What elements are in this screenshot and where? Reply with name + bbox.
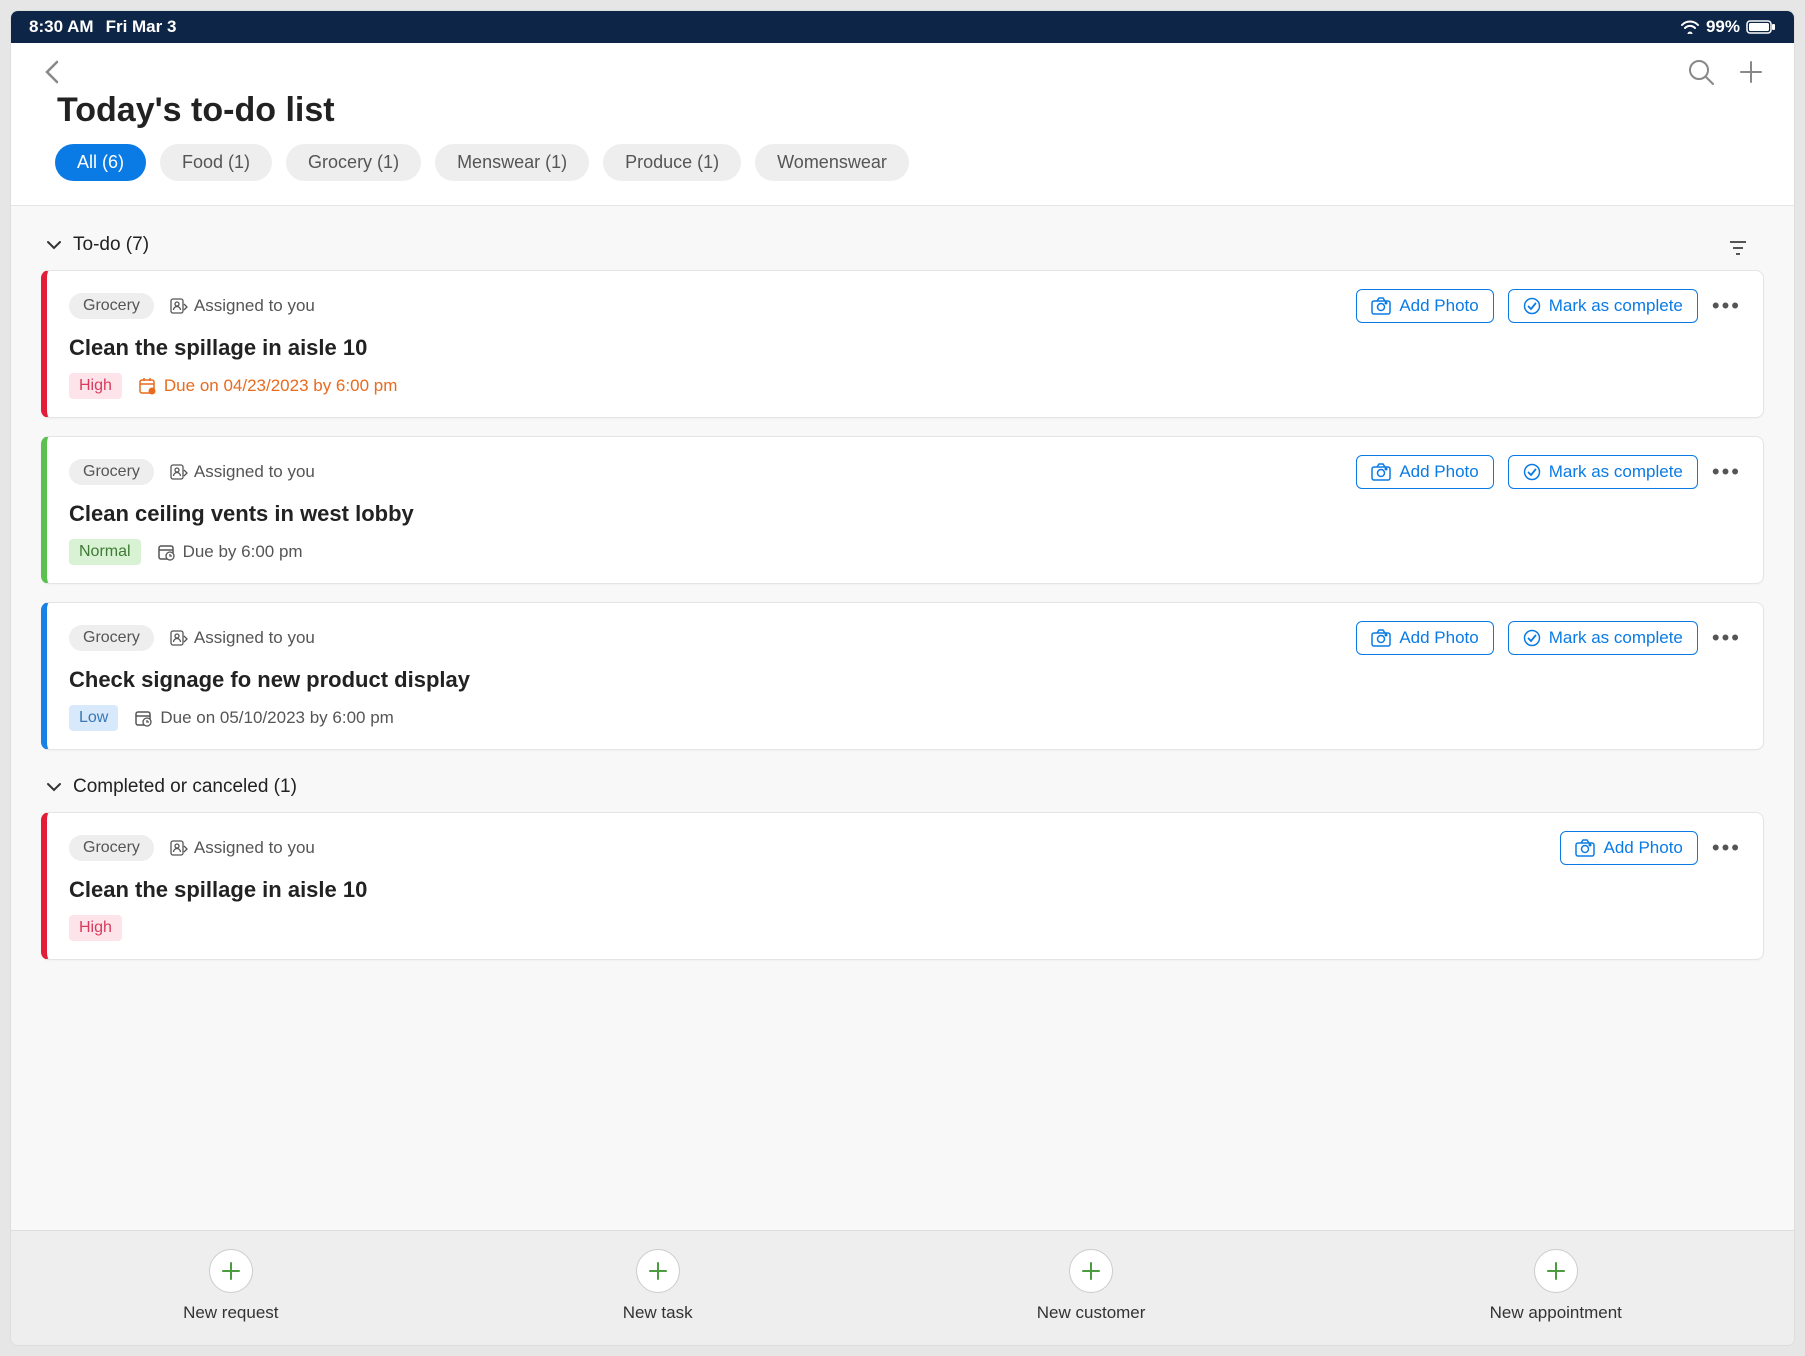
task-title: Check signage fo new product display xyxy=(69,667,1741,693)
plus-circle-icon xyxy=(636,1249,680,1293)
camera-icon xyxy=(1371,463,1391,481)
bottom-action-label: New task xyxy=(623,1303,693,1323)
check-circle-icon xyxy=(1523,629,1541,647)
more-icon[interactable]: ••• xyxy=(1712,835,1741,861)
bottom-action-label: New request xyxy=(183,1303,278,1323)
due-label: Due by 6:00 pm xyxy=(157,542,303,562)
add-photo-button[interactable]: Add Photo xyxy=(1356,621,1493,655)
page-title: Today's to-do list xyxy=(57,91,1766,130)
check-circle-icon xyxy=(1523,297,1541,315)
category-chip: Grocery xyxy=(69,293,154,319)
mark-complete-button[interactable]: Mark as complete xyxy=(1508,455,1698,489)
camera-icon xyxy=(1371,629,1391,647)
plus-circle-icon xyxy=(1069,1249,1113,1293)
add-photo-button[interactable]: Add Photo xyxy=(1356,289,1493,323)
filter-pill[interactable]: Food (1) xyxy=(160,144,272,181)
plus-circle-icon xyxy=(1534,1249,1578,1293)
due-label: Due on 05/10/2023 by 6:00 pm xyxy=(134,708,393,728)
more-icon[interactable]: ••• xyxy=(1712,293,1741,319)
chevron-down-icon xyxy=(45,236,63,254)
more-icon[interactable]: ••• xyxy=(1712,459,1741,485)
filter-pill[interactable]: All (6) xyxy=(55,144,146,181)
priority-badge: High xyxy=(69,373,122,399)
camera-icon xyxy=(1371,297,1391,315)
assigned-label: Assigned to you xyxy=(170,838,315,858)
status-time: 8:30 AM xyxy=(29,17,94,37)
priority-badge: High xyxy=(69,915,122,941)
add-icon[interactable] xyxy=(1736,57,1766,87)
calendar-icon xyxy=(134,709,152,727)
person-icon xyxy=(170,298,188,314)
wifi-icon xyxy=(1680,20,1700,34)
back-button[interactable] xyxy=(39,58,67,86)
status-date: Fri Mar 3 xyxy=(106,17,177,37)
filter-pill[interactable]: Produce (1) xyxy=(603,144,741,181)
bottom-action[interactable]: New task xyxy=(623,1249,693,1323)
due-label: Due on 04/23/2023 by 6:00 pm xyxy=(138,376,397,396)
content-area: To-do (7) Grocery Assigned to you Add Phot… xyxy=(11,206,1794,1230)
bottom-action[interactable]: New customer xyxy=(1037,1249,1146,1323)
search-icon[interactable] xyxy=(1686,57,1716,87)
filter-icon[interactable] xyxy=(1728,239,1748,257)
category-chip: Grocery xyxy=(69,459,154,485)
bottom-action[interactable]: New request xyxy=(183,1249,278,1323)
filter-pill[interactable]: Menswear (1) xyxy=(435,144,589,181)
app-header: Today's to-do list All (6) Food (1) Grocer… xyxy=(11,43,1794,206)
check-circle-icon xyxy=(1523,463,1541,481)
person-icon xyxy=(170,840,188,856)
assigned-label: Assigned to you xyxy=(170,628,315,648)
person-icon xyxy=(170,630,188,646)
calendar-icon xyxy=(138,377,156,395)
more-icon[interactable]: ••• xyxy=(1712,625,1741,651)
priority-badge: Low xyxy=(69,705,118,731)
status-bar: 8:30 AM Fri Mar 3 99% xyxy=(11,11,1794,43)
task-card[interactable]: Grocery Assigned to you Add Photo Mark as c… xyxy=(41,602,1764,750)
filter-pill[interactable]: Womenswear xyxy=(755,144,909,181)
bottom-action[interactable]: New appointment xyxy=(1490,1249,1622,1323)
task-card[interactable]: Grocery Assigned to you Add Photo ••• Clean … xyxy=(41,812,1764,960)
task-card[interactable]: Grocery Assigned to you Add Photo Mark as c… xyxy=(41,436,1764,584)
calendar-icon xyxy=(157,543,175,561)
filter-row: All (6) Food (1) Grocery (1) Menswear (1) Pr… xyxy=(39,144,1766,195)
assigned-label: Assigned to you xyxy=(170,296,315,316)
camera-icon xyxy=(1575,839,1595,857)
plus-circle-icon xyxy=(209,1249,253,1293)
status-battery: 99% xyxy=(1706,17,1740,37)
task-card[interactable]: Grocery Assigned to you Add Photo Mark as c… xyxy=(41,270,1764,418)
task-title: Clean the spillage in aisle 10 xyxy=(69,877,1741,903)
mark-complete-button[interactable]: Mark as complete xyxy=(1508,289,1698,323)
category-chip: Grocery xyxy=(69,625,154,651)
person-icon xyxy=(170,464,188,480)
add-photo-button[interactable]: Add Photo xyxy=(1560,831,1697,865)
battery-icon xyxy=(1746,20,1776,34)
category-chip: Grocery xyxy=(69,835,154,861)
section-todo-header[interactable]: To-do (7) xyxy=(31,226,149,270)
bottom-bar: New request New task New customer New appoi… xyxy=(11,1230,1794,1345)
filter-pill[interactable]: Grocery (1) xyxy=(286,144,421,181)
section-completed-label: Completed or canceled (1) xyxy=(73,776,297,798)
mark-complete-button[interactable]: Mark as complete xyxy=(1508,621,1698,655)
bottom-action-label: New customer xyxy=(1037,1303,1146,1323)
task-title: Clean the spillage in aisle 10 xyxy=(69,335,1741,361)
task-title: Clean ceiling vents in west lobby xyxy=(69,501,1741,527)
priority-badge: Normal xyxy=(69,539,141,565)
bottom-action-label: New appointment xyxy=(1490,1303,1622,1323)
section-completed-header[interactable]: Completed or canceled (1) xyxy=(31,768,1774,812)
add-photo-button[interactable]: Add Photo xyxy=(1356,455,1493,489)
chevron-down-icon xyxy=(45,778,63,796)
section-todo-label: To-do (7) xyxy=(73,234,149,256)
assigned-label: Assigned to you xyxy=(170,462,315,482)
